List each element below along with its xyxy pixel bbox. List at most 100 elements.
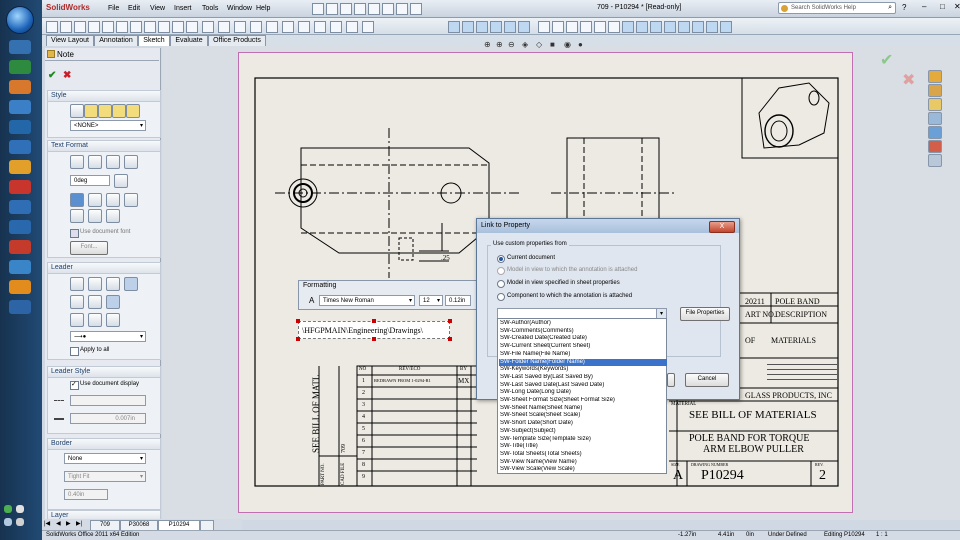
scroll-prev-icon[interactable]: ◀ xyxy=(56,520,61,527)
property-list-item[interactable]: SW-Total Sheets(Total Sheets) xyxy=(499,451,667,459)
current-document-radio[interactable] xyxy=(497,255,505,263)
leader-style-header[interactable]: Leader Style xyxy=(48,367,160,378)
taskbar-app-icon[interactable] xyxy=(9,260,31,274)
model-attached-radio[interactable] xyxy=(497,267,505,275)
font-dropdown[interactable]: Times New Roman ▾ xyxy=(319,295,415,306)
file-properties-button[interactable]: File Properties xyxy=(680,307,730,321)
tab-sketch[interactable]: Sketch xyxy=(138,35,170,46)
line-style-dropdown[interactable] xyxy=(70,395,146,406)
property-list-item[interactable]: SW-Created Date(Created Date) xyxy=(499,335,667,343)
tray-icon[interactable] xyxy=(4,505,12,513)
note-handle[interactable] xyxy=(448,337,452,341)
arc-icon[interactable] xyxy=(116,21,128,33)
view-orientation-icon[interactable]: ◇ xyxy=(536,40,542,49)
toggle-icon[interactable] xyxy=(504,21,516,33)
snap-icon[interactable] xyxy=(566,21,578,33)
move-icon[interactable] xyxy=(298,21,310,33)
snap-icon[interactable] xyxy=(622,21,634,33)
lock-icon[interactable] xyxy=(124,193,138,207)
snap-icon[interactable] xyxy=(692,21,704,33)
note-handle[interactable] xyxy=(296,337,300,341)
scroll-first-icon[interactable]: |◀ xyxy=(44,520,50,527)
rebuild-icon[interactable] xyxy=(396,3,408,15)
cancel-x-icon[interactable]: ✖ xyxy=(63,70,71,81)
use-doc-font-checkbox[interactable] xyxy=(70,229,79,238)
tab-view-layout[interactable]: View Layout xyxy=(46,35,94,46)
note-handle[interactable] xyxy=(372,319,376,323)
rectangle-icon[interactable] xyxy=(74,21,86,33)
symbol-icon[interactable] xyxy=(106,193,120,207)
dimension-text[interactable]: .25 xyxy=(441,254,450,262)
taskbar-app-icon[interactable] xyxy=(9,200,31,214)
confirm-check-icon[interactable]: ✔ xyxy=(880,50,893,70)
leader-top-icon[interactable] xyxy=(70,313,84,327)
tab-evaluate[interactable]: Evaluate xyxy=(170,35,208,46)
tab-annotation[interactable]: Annotation xyxy=(94,35,138,46)
text-format-header[interactable]: Text Format xyxy=(48,141,160,152)
app-logo[interactable]: SolidWorks xyxy=(46,3,90,12)
select-icon[interactable] xyxy=(382,3,394,15)
arrow-style-dropdown[interactable]: ⟶● ▾ xyxy=(70,331,146,342)
leader-bent-icon[interactable] xyxy=(88,277,102,291)
taskbar-app-icon[interactable] xyxy=(9,80,31,94)
quick-snaps-icon[interactable] xyxy=(346,21,358,33)
note-text[interactable]: \HFGPMAIN\Engineering\Drawings\ xyxy=(302,326,423,335)
snap-icon[interactable] xyxy=(552,21,564,33)
taskbar-app-icon[interactable] xyxy=(9,160,31,174)
minimize-icon[interactable]: – xyxy=(922,2,926,11)
leader-right-icon[interactable] xyxy=(88,295,102,309)
property-list-item[interactable]: SW-Short Date(Short Date) xyxy=(499,420,667,428)
style-update-icon[interactable] xyxy=(98,104,112,118)
leader-header[interactable]: Leader xyxy=(48,263,160,274)
property-icon[interactable] xyxy=(88,193,102,207)
property-list-item[interactable]: SW-View Scale(View Scale) xyxy=(499,466,667,474)
toggle-icon[interactable] xyxy=(476,21,488,33)
surface-finish-icon[interactable] xyxy=(88,209,102,223)
file-explorer-icon[interactable] xyxy=(928,98,942,111)
toggle-icon[interactable] xyxy=(490,21,502,33)
link-icon[interactable] xyxy=(114,174,128,188)
close-icon[interactable]: ✕ xyxy=(954,2,960,11)
scroll-next-icon[interactable]: ▶ xyxy=(66,520,71,527)
border-padding-field[interactable]: 0.40in xyxy=(64,489,108,500)
tray-icon[interactable] xyxy=(16,505,24,513)
pattern-icon[interactable] xyxy=(282,21,294,33)
taskbar-app-icon[interactable] xyxy=(9,140,31,154)
confirm-cancel-icon[interactable]: ✖ xyxy=(902,70,915,90)
property-list-item[interactable]: SW-Sheet Format Size(Sheet Format Size) xyxy=(499,397,667,405)
view-palette-icon[interactable] xyxy=(928,126,942,139)
border-header[interactable]: Border xyxy=(48,439,160,450)
taskbar-app-icon[interactable] xyxy=(9,180,31,194)
toggle-icon[interactable] xyxy=(448,21,460,33)
use-doc-display-checkbox[interactable]: ✓ xyxy=(70,381,79,390)
trim-icon[interactable] xyxy=(218,21,230,33)
taskbar-app-icon[interactable] xyxy=(9,100,31,114)
offset-icon[interactable] xyxy=(250,21,262,33)
menu-help[interactable]: Help xyxy=(256,5,270,12)
menu-file[interactable]: File xyxy=(108,5,119,12)
menu-view[interactable]: View xyxy=(150,5,165,12)
taskbar-app-icon[interactable] xyxy=(9,40,31,54)
property-list-item[interactable]: SW-Long Date(Long Date) xyxy=(499,389,667,397)
border-style-dropdown[interactable]: None ▾ xyxy=(64,453,146,464)
component-radio[interactable] xyxy=(497,293,505,301)
appearances-icon[interactable] xyxy=(928,140,942,153)
menu-tools[interactable]: Tools xyxy=(202,5,218,12)
ok-button-edge[interactable] xyxy=(667,373,675,387)
taskbar-app-icon[interactable] xyxy=(9,60,31,74)
style-delete-icon[interactable] xyxy=(112,104,126,118)
convert-icon[interactable] xyxy=(234,21,246,33)
section-view-icon[interactable]: ◈ xyxy=(522,40,528,49)
open-icon[interactable] xyxy=(326,3,338,15)
tray-icon[interactable] xyxy=(4,518,12,526)
rapid-sketch-icon[interactable] xyxy=(362,21,374,33)
leader-auto-icon[interactable] xyxy=(124,277,138,291)
style-add-icon[interactable] xyxy=(84,104,98,118)
taskbar-app-icon[interactable] xyxy=(9,300,31,314)
circle-icon[interactable] xyxy=(102,21,114,33)
search-box[interactable]: Search SolidWorks Help ⌕ xyxy=(778,2,896,14)
property-list-item[interactable]: SW-Last Saved By(Last Saved By) xyxy=(499,374,667,382)
search-icon[interactable]: ⌕ xyxy=(888,4,892,12)
leader-none-icon[interactable] xyxy=(106,277,120,291)
taskbar-app-icon[interactable] xyxy=(9,240,31,254)
